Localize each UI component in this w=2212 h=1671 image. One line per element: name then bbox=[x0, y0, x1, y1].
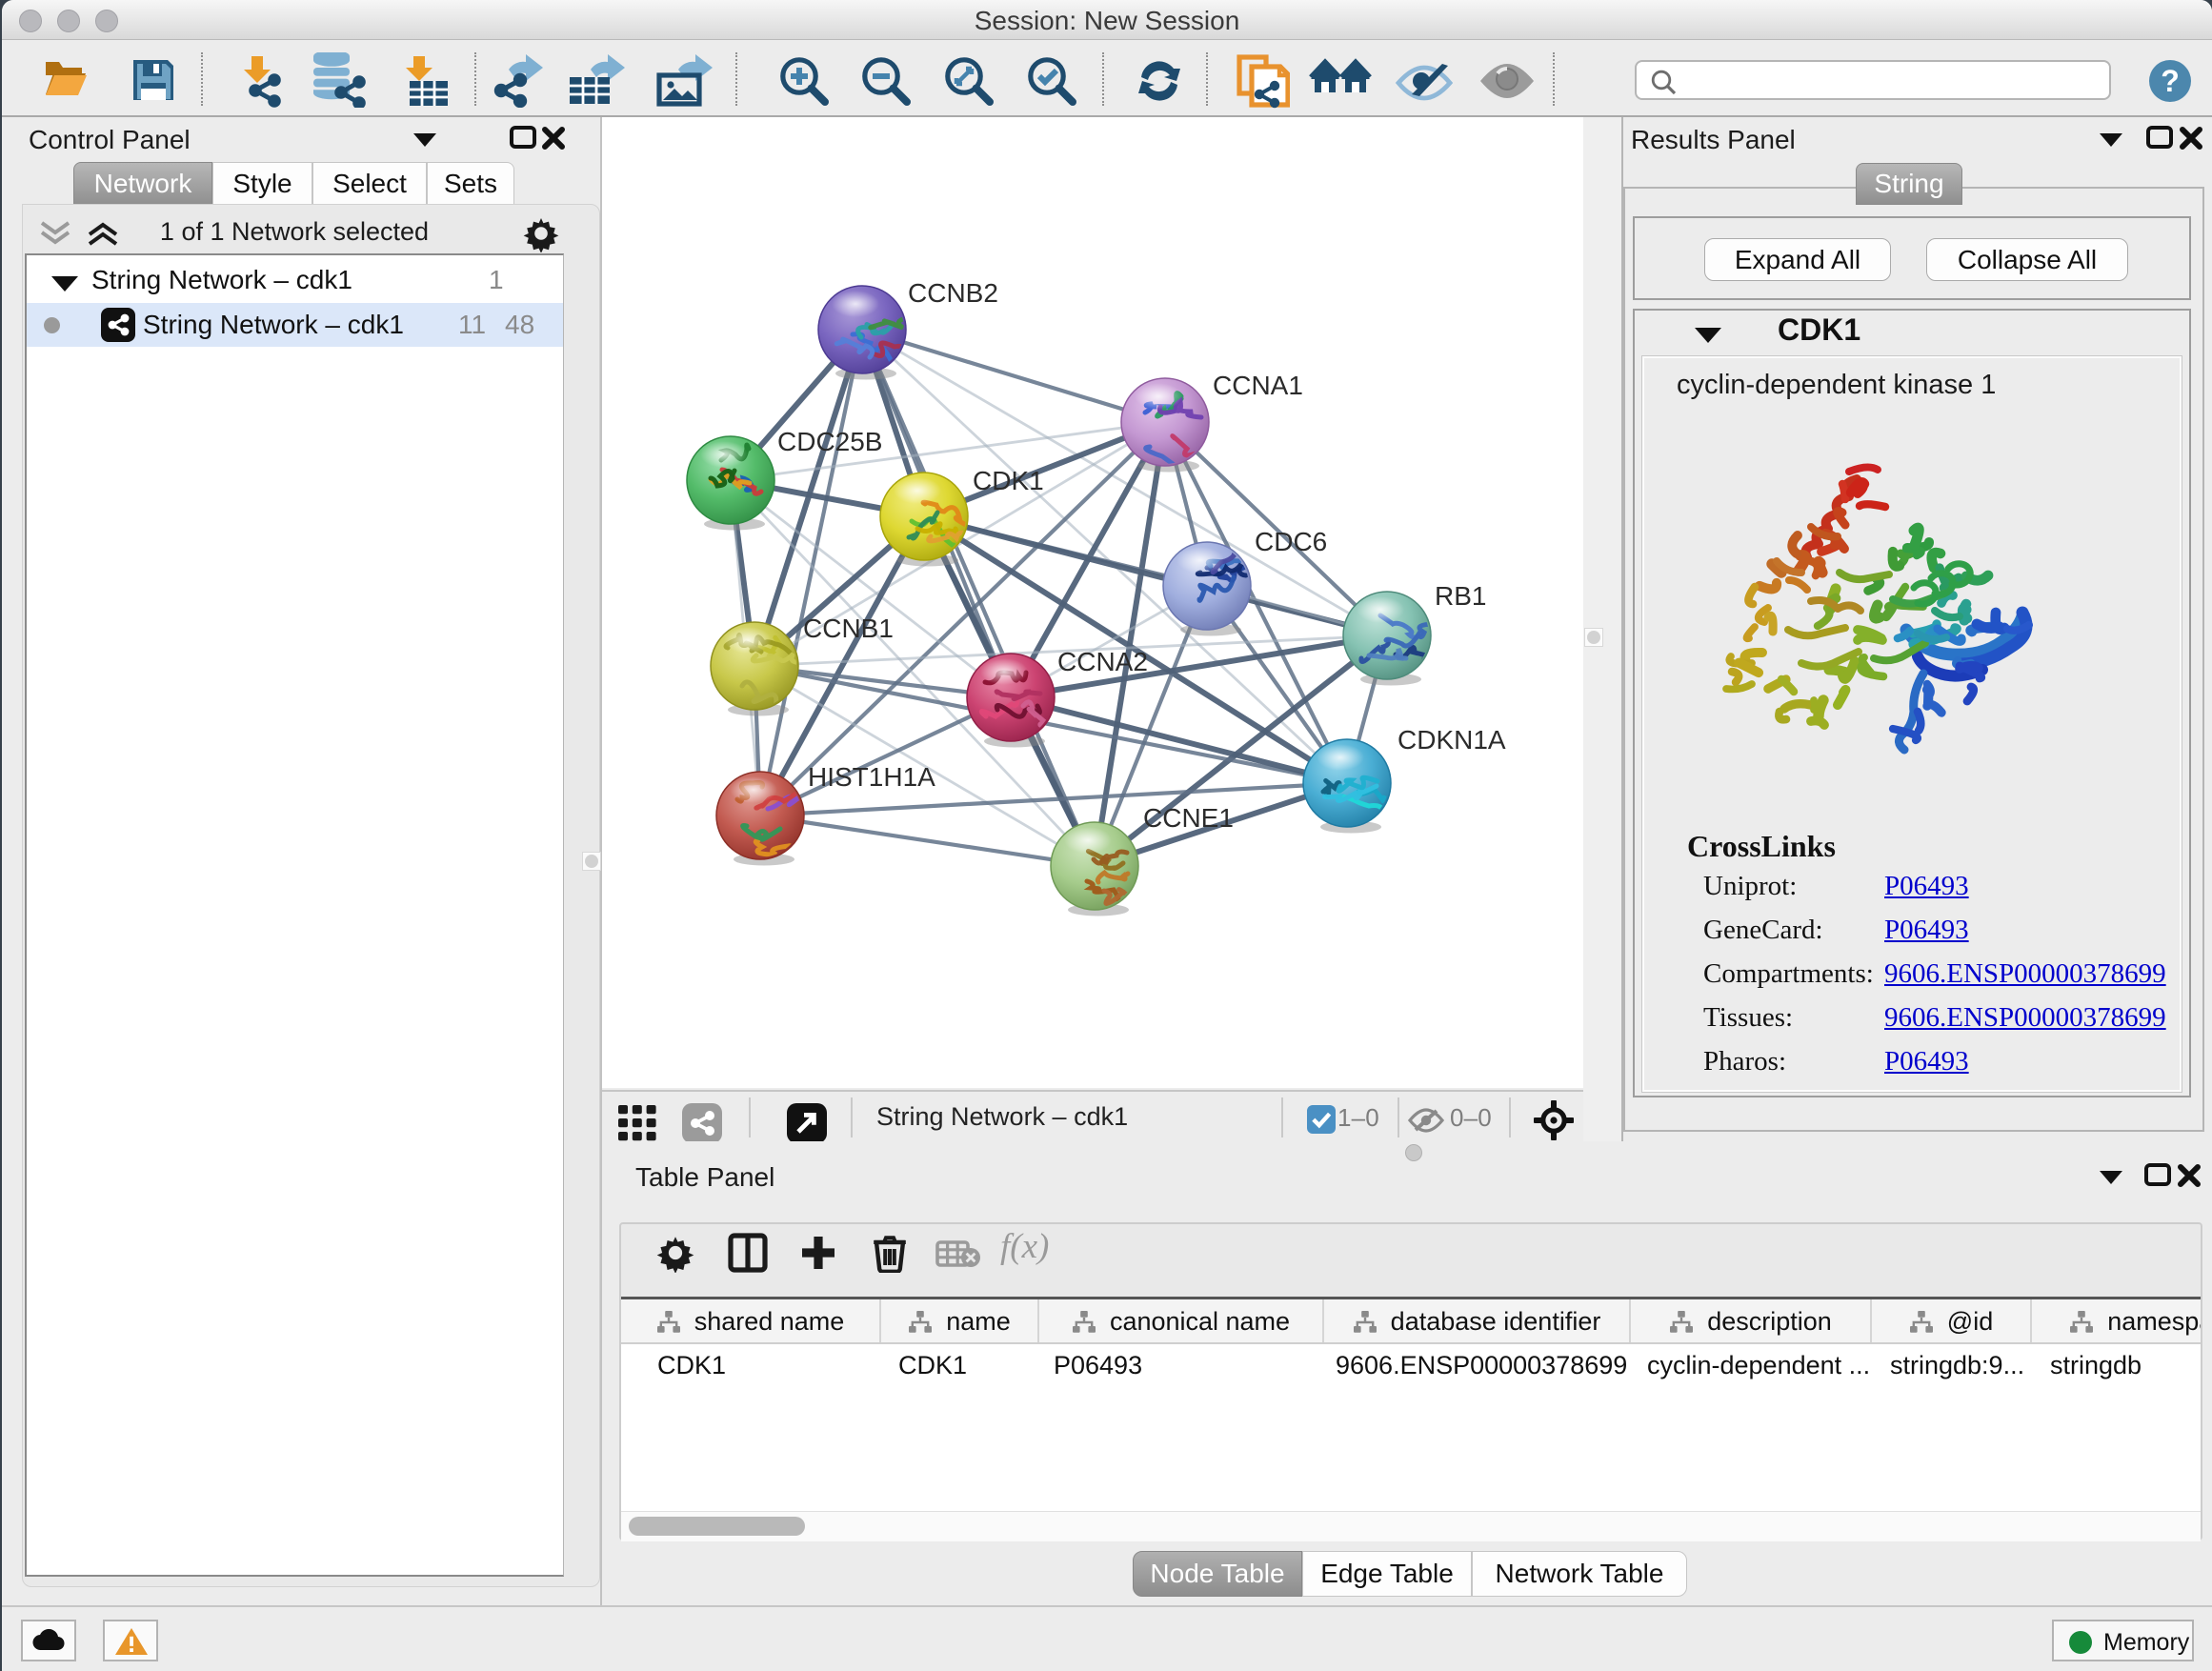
svg-text:CCNA1: CCNA1 bbox=[1213, 371, 1303, 400]
svg-text:CDC6: CDC6 bbox=[1255, 527, 1327, 556]
svg-text:CCNE1: CCNE1 bbox=[1143, 803, 1234, 833]
svg-text:CCNB2: CCNB2 bbox=[908, 278, 998, 308]
svg-text:CDC25B: CDC25B bbox=[777, 427, 882, 456]
svg-text:HIST1H1A: HIST1H1A bbox=[808, 762, 935, 792]
svg-text:?: ? bbox=[2161, 64, 2180, 98]
svg-text:CCNB1: CCNB1 bbox=[803, 614, 894, 643]
svg-text:RB1: RB1 bbox=[1435, 581, 1486, 611]
svg-text:CDK1: CDK1 bbox=[973, 466, 1044, 495]
svg-text:CCNA2: CCNA2 bbox=[1057, 647, 1148, 676]
svg-text:CDKN1A: CDKN1A bbox=[1398, 725, 1506, 755]
